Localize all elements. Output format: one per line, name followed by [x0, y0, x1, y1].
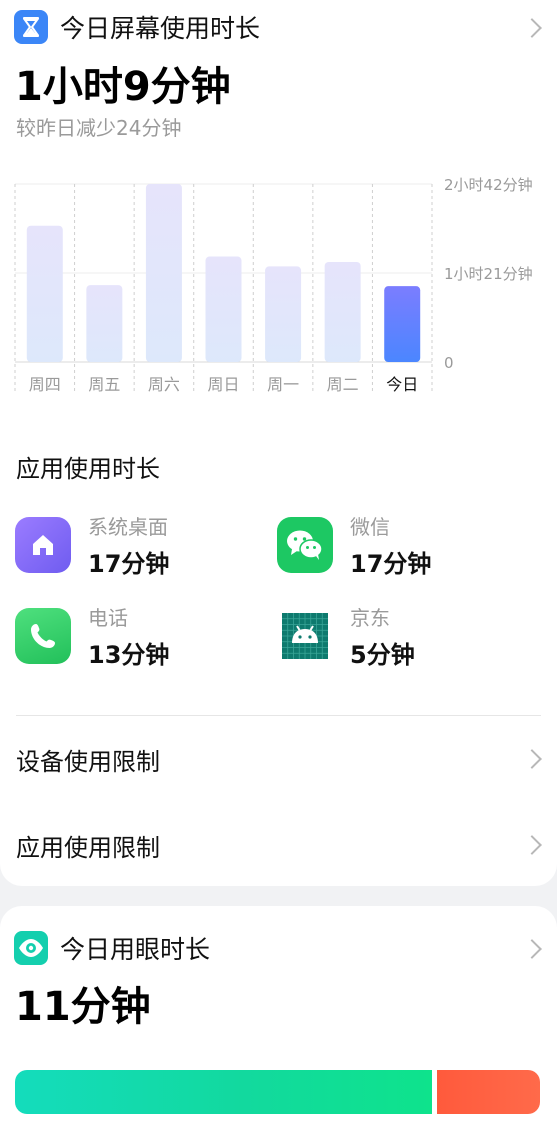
y-tick-label: 2小时42分钟: [444, 176, 533, 194]
bar-周一[interactable]: [265, 266, 302, 362]
bar-周二[interactable]: [324, 262, 361, 362]
eye-icon: [14, 931, 48, 965]
phone-icon: [15, 608, 71, 664]
hourglass-icon: [14, 10, 48, 44]
app-time: 13分钟: [88, 641, 170, 669]
x-tick-label: 周六: [148, 375, 180, 394]
app-item-phone[interactable]: 电话 13分钟: [15, 602, 169, 670]
usage-chart-svg: 2小时42分钟 1小时21分钟 0 周四 周五 周六 周日 周一 周二 今日: [14, 176, 533, 394]
screen-time-comparison: 较昨日减少24分钟: [16, 116, 182, 140]
y-tick-label: 1小时21分钟: [444, 265, 533, 283]
x-tick-label: 周四: [29, 375, 61, 394]
screen-time-header[interactable]: 今日屏幕使用时长: [14, 10, 260, 44]
x-tick-label: 周日: [207, 375, 239, 394]
eye-time-title: 今日用眼时长: [60, 935, 211, 964]
app-name: 电话: [88, 606, 128, 630]
bar-周六[interactable]: [145, 184, 182, 362]
app-item-wechat[interactable]: 微信 17分钟: [277, 511, 431, 579]
wechat-icon: [277, 517, 333, 573]
eye-time-header[interactable]: 今日用眼时长: [14, 931, 210, 965]
eye-time-segment-overuse: [437, 1070, 540, 1114]
device-limit-label: 设备使用限制: [16, 747, 160, 776]
app-name: 微信: [350, 515, 390, 539]
screen-time-total: 1小时9分钟: [15, 64, 231, 110]
bar-今日[interactable]: [384, 286, 421, 362]
usage-bar-chart: 2小时42分钟 1小时21分钟 0 周四 周五 周六 周日 周一 周二 今日: [0, 170, 557, 400]
android-icon: [277, 608, 333, 664]
divider: [16, 715, 541, 716]
bar-周日[interactable]: [205, 256, 242, 362]
app-name: 京东: [350, 606, 390, 630]
app-limit-label: 应用使用限制: [16, 833, 160, 862]
screen-time-title: 今日屏幕使用时长: [60, 14, 261, 43]
device-limit-row[interactable]: 设备使用限制: [16, 739, 557, 779]
app-name: 系统桌面: [88, 515, 168, 539]
home-icon: [15, 517, 71, 573]
x-tick-label: 周二: [327, 375, 359, 394]
app-time: 17分钟: [88, 550, 170, 578]
eye-time-segment-normal: [15, 1070, 432, 1114]
chevron-right-icon[interactable]: [522, 18, 542, 38]
app-item-launcher[interactable]: 系统桌面 17分钟: [15, 511, 169, 579]
app-time: 5分钟: [350, 641, 415, 669]
x-tick-label: 今日: [386, 375, 418, 394]
bar-周四[interactable]: [26, 225, 63, 362]
app-usage-title: 应用使用时长: [16, 455, 160, 483]
app-item-jd[interactable]: 京东 5分钟: [277, 602, 415, 670]
app-limit-row[interactable]: 应用使用限制: [16, 825, 557, 865]
x-tick-label: 周一: [267, 375, 299, 394]
eye-time-total: 11分钟: [15, 984, 151, 1030]
app-time: 17分钟: [350, 550, 432, 578]
y-tick-label: 0: [444, 354, 454, 372]
screen-time-card: 今日屏幕使用时长 1小时9分钟 较昨日减少24分钟 2小时42分钟 1小时21分钟…: [0, 0, 557, 886]
bar-周五[interactable]: [86, 285, 123, 362]
x-tick-label: 周五: [88, 375, 120, 394]
